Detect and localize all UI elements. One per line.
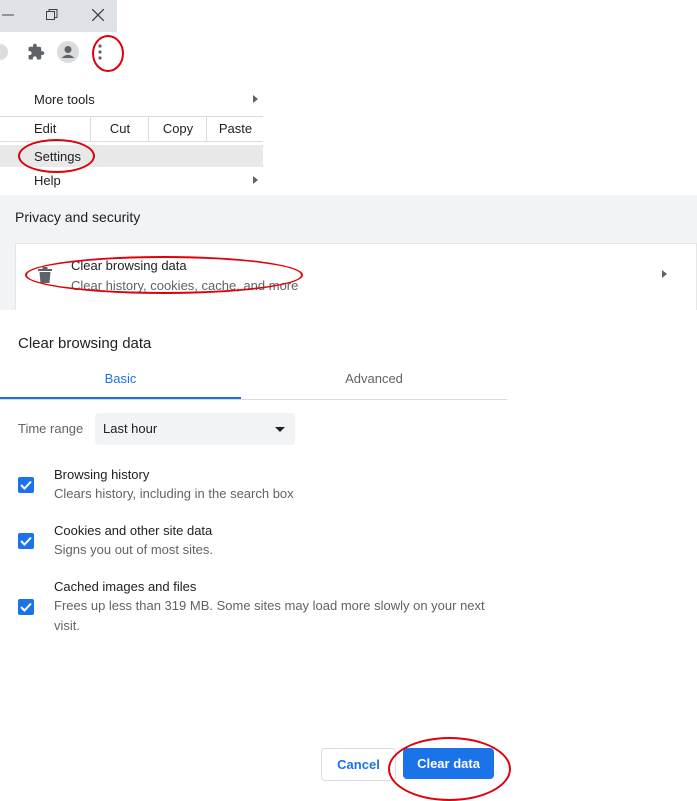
dialog-title: Clear browsing data	[18, 335, 152, 352]
time-range-value: Last hour	[103, 421, 158, 436]
cached-files-title: Cached images and files	[54, 579, 197, 594]
cancel-button[interactable]: Cancel	[321, 748, 396, 781]
menu-item-settings[interactable]: Settings	[0, 145, 263, 167]
trash-icon	[38, 267, 52, 288]
menu-paste-button[interactable]: Paste	[206, 117, 264, 141]
check-icon	[20, 536, 32, 546]
chevron-right-icon	[253, 95, 258, 103]
minimize-icon[interactable]	[0, 4, 20, 26]
menu-edit-label: Edit	[34, 121, 57, 136]
tab-basic[interactable]: Basic	[0, 371, 241, 386]
time-range-label: Time range	[18, 421, 84, 436]
menu-item-label: Help	[34, 172, 61, 188]
cookies-subtitle: Signs you out of most sites.	[54, 542, 213, 557]
restore-icon[interactable]	[40, 4, 64, 26]
menu-copy-button[interactable]: Copy	[148, 117, 207, 141]
check-icon	[20, 602, 32, 612]
menu-item-help[interactable]: Help	[0, 170, 263, 190]
menu-item-label: Settings	[34, 148, 81, 164]
profile-icon[interactable]	[54, 38, 82, 66]
cached-files-checkbox[interactable]	[18, 599, 34, 615]
section-title: Privacy and security	[15, 209, 141, 225]
extensions-icon[interactable]	[22, 38, 50, 66]
menu-cut-button[interactable]: Cut	[90, 117, 149, 141]
browsing-history-subtitle: Clears history, including in the search …	[54, 486, 294, 501]
clear-browsing-data-subtitle: Clear history, cookies, cache, and more	[71, 278, 299, 293]
browsing-history-checkbox[interactable]	[18, 477, 34, 493]
time-range-select[interactable]: Last hour	[95, 413, 295, 445]
browsing-history-title: Browsing history	[54, 467, 150, 482]
more-vert-icon[interactable]	[86, 38, 114, 66]
chevron-right-icon	[662, 270, 667, 278]
tab-advanced[interactable]: Advanced	[241, 371, 507, 386]
chevron-right-icon	[253, 176, 258, 184]
tab-active-indicator	[0, 397, 241, 399]
chevron-down-icon	[275, 427, 285, 432]
tab-divider	[0, 399, 507, 400]
clear-browsing-data-title: Clear browsing data	[71, 258, 187, 273]
menu-item-more-tools[interactable]: More tools	[0, 89, 263, 109]
check-icon	[20, 480, 32, 490]
clear-browsing-data-row[interactable]	[15, 243, 697, 310]
cached-files-subtitle: Frees up less than 319 MB. Some sites ma…	[54, 598, 485, 633]
clear-data-button[interactable]: Clear data	[403, 748, 494, 779]
star-icon[interactable]	[0, 38, 14, 66]
menu-edit-row: Edit Cut Copy Paste	[0, 116, 263, 142]
cookies-checkbox[interactable]	[18, 533, 34, 549]
close-icon[interactable]	[86, 4, 110, 26]
cookies-title: Cookies and other site data	[54, 523, 213, 538]
menu-item-label: More tools	[34, 91, 95, 107]
